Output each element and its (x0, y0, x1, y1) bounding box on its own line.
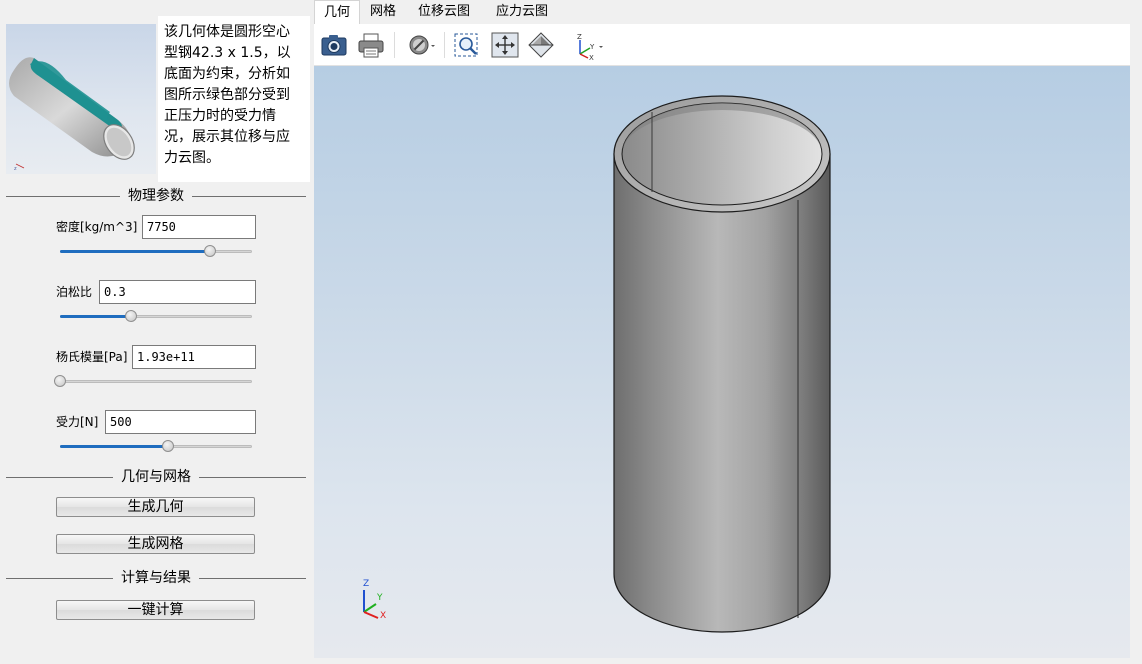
svg-text:X: X (589, 54, 594, 60)
slider-track (60, 380, 252, 383)
axis-x-line (363, 611, 379, 619)
tab-displacement[interactable]: 位移云图 (412, 0, 476, 24)
geometry-thumbnail: z (6, 24, 156, 174)
section-compute-results: 计算与结果 (6, 570, 306, 586)
fit-all-icon[interactable] (490, 30, 520, 60)
camera-icon[interactable] (319, 30, 349, 60)
section-title: 计算与结果 (113, 570, 199, 586)
slider-handle[interactable] (54, 375, 66, 387)
tab-mesh[interactable]: 网格 (362, 0, 404, 24)
tab-geometry[interactable]: 几何 (314, 0, 360, 24)
section-title: 几何与网格 (113, 469, 199, 485)
cylinder-model (613, 95, 831, 633)
viewer-toolbar: Z Y X (314, 24, 1130, 66)
description-line: 况，展示其位移与应 (164, 129, 290, 145)
poisson-label: 泊松比 (56, 285, 93, 299)
left-panel: z 该几何体是圆形空心 型钢42.3 x 1.5，以 底面为约束，分析如 图所示… (0, 0, 312, 664)
axis-triad: Z Y X (356, 574, 396, 622)
3d-viewport[interactable]: Z Y X (314, 66, 1130, 658)
density-label: 密度[kg/m^3] (56, 220, 138, 234)
description-line: 图所示绿色部分受到 (164, 87, 290, 103)
window-edge (1130, 24, 1142, 664)
section-title: 物理参数 (120, 188, 192, 204)
print-icon[interactable] (356, 30, 386, 60)
toolbar-separator (444, 32, 445, 58)
slider-fill (60, 315, 132, 318)
slider-handle[interactable] (203, 245, 216, 257)
young-modulus-slider[interactable] (54, 374, 252, 388)
young-modulus-input[interactable]: 1.93e+11 (132, 345, 256, 369)
young-modulus-label: 杨氏模量[Pa] (56, 350, 128, 364)
axis-y-line (363, 603, 377, 613)
force-slider[interactable] (60, 439, 252, 453)
density-input[interactable]: 7750 (142, 215, 256, 239)
axes-orientation-icon[interactable]: Z Y X (572, 30, 603, 60)
svg-text:Z: Z (577, 33, 582, 41)
tab-stress[interactable]: 应力云图 (490, 0, 554, 24)
slider-fill (60, 445, 168, 448)
svg-text:z: z (14, 166, 17, 172)
description-line: 该几何体是圆形空心 (164, 24, 290, 40)
section-geometry-mesh: 几何与网格 (6, 469, 306, 485)
slider-fill (60, 250, 210, 253)
description-line: 力云图。 (164, 150, 220, 166)
description-text: 该几何体是圆形空心 型钢42.3 x 1.5，以 底面为约束，分析如 图所示绿色… (158, 16, 310, 182)
poisson-input[interactable]: 0.3 (99, 280, 256, 304)
zoom-box-icon[interactable] (452, 30, 482, 60)
slider-handle[interactable] (161, 440, 174, 452)
description-line: 型钢42.3 x 1.5，以 (164, 45, 291, 61)
force-input[interactable]: 500 (105, 410, 256, 434)
density-slider[interactable] (60, 244, 252, 258)
poisson-slider[interactable] (60, 309, 252, 323)
toolbar-separator (394, 32, 395, 58)
axis-x-label: X (380, 611, 387, 621)
axis-z-label: Z (363, 579, 370, 589)
slider-handle[interactable] (125, 310, 138, 322)
section-physical-params: 物理参数 (6, 188, 306, 204)
generate-geometry-button[interactable]: 生成几何 (56, 497, 255, 517)
description-line: 底面为约束，分析如 (164, 66, 290, 82)
axis-y-label: Y (377, 593, 383, 603)
view-iso-icon[interactable] (526, 30, 556, 60)
description-line: 正压力时的受力情 (164, 108, 276, 124)
view-tabs: 几何 网格 位移云图 应力云图 (312, 0, 1142, 24)
svg-text:Y: Y (589, 43, 595, 51)
generate-mesh-button[interactable]: 生成网格 (56, 534, 255, 554)
compute-button[interactable]: 一键计算 (56, 600, 255, 620)
display-mode-icon[interactable] (406, 30, 436, 60)
force-label: 受力[N] (56, 415, 99, 429)
